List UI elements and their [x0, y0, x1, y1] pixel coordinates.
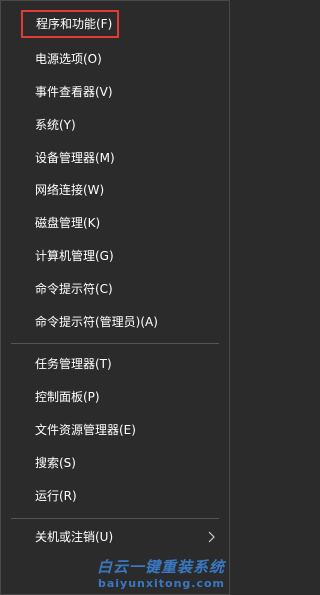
menu-item-network-connections[interactable]: 网络连接(W) [35, 176, 104, 204]
chevron-right-icon [205, 523, 219, 551]
menu-item-disk-management[interactable]: 磁盘管理(K) [35, 209, 100, 237]
menu-item-shutdown-signout[interactable]: 关机或注销(U) [35, 523, 113, 551]
menu-item-power-options[interactable]: 电源选项(O) [35, 45, 102, 73]
watermark-logo-text: 白云一键重装系统 [96, 558, 225, 576]
menu-item-computer-management[interactable]: 计算机管理(G) [35, 242, 114, 270]
menu-item-file-explorer[interactable]: 文件资源管理器(E) [35, 416, 136, 444]
winx-context-menu: 程序和功能(F) 电源选项(O) 事件查看器(V) 系统(Y) 设备管理器(M)… [0, 0, 230, 595]
site-watermark: 白云一键重装系统 baiyunxitong.com [75, 556, 225, 590]
menu-item-programs-and-features[interactable]: 程序和功能(F) [21, 10, 119, 38]
menu-item-event-viewer[interactable]: 事件查看器(V) [35, 78, 113, 106]
menu-item-run[interactable]: 运行(R) [35, 482, 77, 510]
watermark-url: baiyunxitong.com [97, 577, 225, 590]
menu-item-command-prompt-admin[interactable]: 命令提示符(管理员)(A) [35, 308, 158, 336]
menu-item-task-manager[interactable]: 任务管理器(T) [35, 350, 112, 378]
menu-separator [11, 518, 219, 519]
menu-separator [11, 343, 219, 344]
menu-item-search[interactable]: 搜索(S) [35, 449, 76, 477]
menu-item-device-manager[interactable]: 设备管理器(M) [35, 144, 115, 172]
menu-item-control-panel[interactable]: 控制面板(P) [35, 383, 100, 411]
menu-item-system[interactable]: 系统(Y) [35, 111, 76, 139]
menu-item-command-prompt[interactable]: 命令提示符(C) [35, 275, 113, 303]
